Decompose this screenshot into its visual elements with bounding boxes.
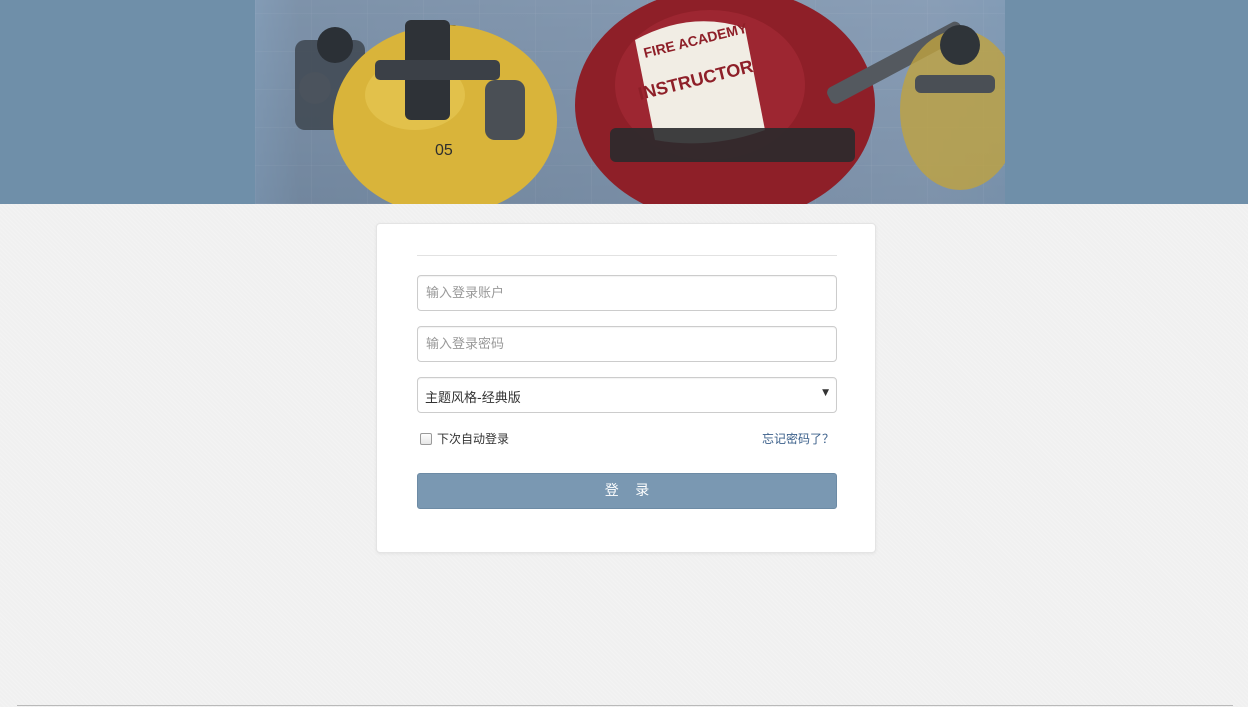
footer-divider <box>17 705 1233 706</box>
banner-photo: 05 FIRE ACADEMY INSTRUCTOR <box>255 0 1005 204</box>
card-divider <box>417 255 837 256</box>
header-banner: 05 FIRE ACADEMY INSTRUCTOR <box>0 0 1248 204</box>
chevron-down-icon: ▼ <box>822 388 829 398</box>
login-card: 主题风格-经典版 ▼ 下次自动登录 忘记密码了？ 登 录 <box>376 223 876 553</box>
tank-marking: 05 <box>435 142 453 159</box>
theme-select-value: 主题风格-经典版 <box>425 391 521 406</box>
forgot-password-link[interactable]: 忘记密码了？ <box>762 430 834 447</box>
remember-me[interactable]: 下次自动登录 <box>420 430 509 447</box>
firefighter-gear-illustration: 05 FIRE ACADEMY INSTRUCTOR <box>295 0 1005 204</box>
remember-label: 下次自动登录 <box>437 432 510 446</box>
air-tank-icon: 05 <box>333 20 557 204</box>
remember-checkbox[interactable] <box>420 432 432 445</box>
theme-select[interactable]: 主题风格-经典版 ▼ <box>417 377 837 413</box>
account-input[interactable] <box>417 275 837 311</box>
login-button[interactable]: 登 录 <box>417 473 837 509</box>
password-input[interactable] <box>417 326 837 362</box>
